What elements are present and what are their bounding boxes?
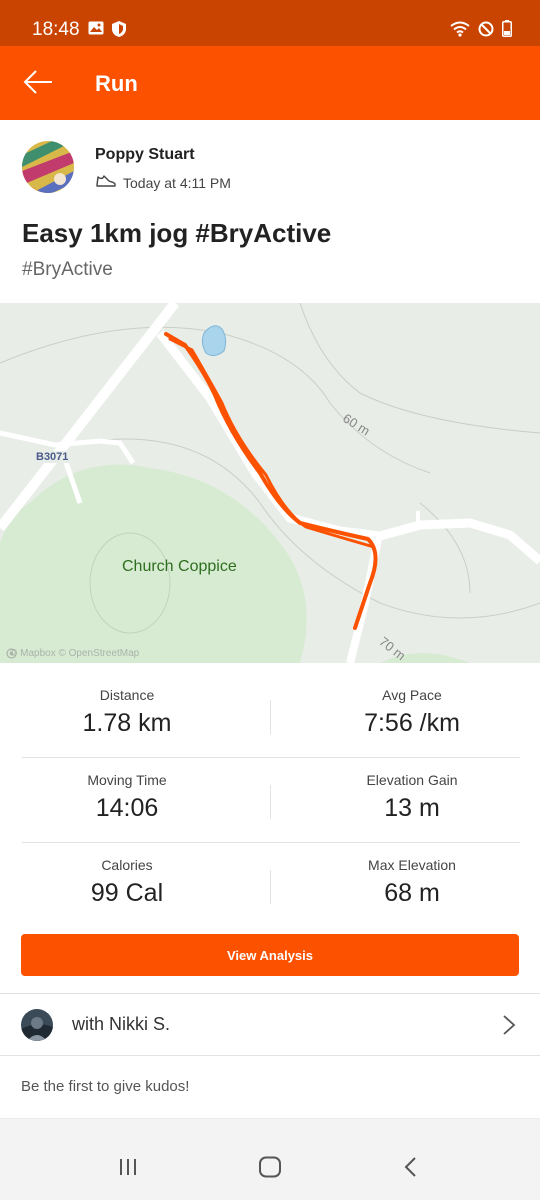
arrow-left-icon <box>23 69 53 99</box>
map-place-label: Church Coppice <box>122 558 237 575</box>
stat-max-elevation: Max Elevation 68 m <box>307 843 517 908</box>
stat-value: 13 m <box>384 794 440 822</box>
home-button[interactable] <box>250 1154 290 1184</box>
shoe-icon <box>95 173 117 192</box>
kudos-prompt: Be the first to give kudos! <box>21 1078 190 1095</box>
stat-label: Calories <box>101 857 153 873</box>
stat-row: Calories 99 Cal Max Elevation 68 m <box>22 843 520 928</box>
group-athletes-text: with Nikki S. <box>72 1014 171 1034</box>
status-bar: 18:48 <box>0 0 540 46</box>
group-athlete-avatar <box>21 1009 53 1041</box>
image-icon <box>88 21 104 42</box>
map-road-label: B3071 <box>34 451 71 463</box>
group-athletes-row[interactable]: with Nikki S. <box>0 993 540 1056</box>
activity-timestamp: Today at 4:11 PM <box>123 174 231 191</box>
stat-value: 99 Cal <box>90 879 164 907</box>
stat-value: 7:56 /km <box>364 709 460 737</box>
back-button[interactable] <box>18 64 58 104</box>
shield-icon <box>112 21 126 42</box>
activity-description: #BryActive <box>22 259 113 280</box>
status-right-icons <box>450 20 512 42</box>
athlete-avatar[interactable] <box>22 141 74 193</box>
stat-divider <box>270 700 271 734</box>
footer-strip <box>0 1118 540 1138</box>
do-not-disturb-icon <box>478 21 494 42</box>
stat-value: 14:06 <box>95 794 159 822</box>
recents-button[interactable] <box>108 1154 148 1184</box>
recents-icon <box>118 1157 138 1182</box>
stat-calories: Calories 99 Cal <box>22 843 232 908</box>
page-title: Run <box>95 71 138 96</box>
stat-divider <box>270 785 271 819</box>
activity-header: Poppy Stuart Today at 4:11 PM Easy 1km j… <box>0 120 540 303</box>
athlete-name[interactable]: Poppy Stuart <box>95 146 195 164</box>
stat-avg-pace: Avg Pace 7:56 /km <box>307 673 517 738</box>
stat-elevation-gain: Elevation Gain 13 m <box>307 758 517 823</box>
stat-value: 68 m <box>384 879 440 907</box>
app-bar: Run <box>0 46 540 120</box>
system-nav-bar <box>0 1138 540 1200</box>
stat-label: Max Elevation <box>368 857 456 873</box>
back-icon <box>403 1156 417 1183</box>
stat-row: Distance 1.78 km Avg Pace 7:56 /km <box>22 673 520 758</box>
activity-stats: Distance 1.78 km Avg Pace 7:56 /km Movin… <box>22 673 520 928</box>
view-analysis-button[interactable]: View Analysis <box>21 934 519 976</box>
wifi-icon <box>450 21 470 42</box>
stat-divider <box>270 870 271 904</box>
battery-icon <box>502 20 512 42</box>
activity-title: Easy 1km jog #BryActive <box>22 218 332 248</box>
stat-value: 1.78 km <box>82 709 172 737</box>
status-time: 18:48 <box>32 19 80 40</box>
stat-distance: Distance 1.78 km <box>22 673 232 738</box>
map-graphic <box>0 303 540 663</box>
status-left-icons <box>88 21 126 42</box>
stat-label: Avg Pace <box>382 687 442 703</box>
chevron-right-icon <box>502 1014 516 1041</box>
route-map[interactable]: B3071 Church Coppice 60 m 70 m © Mapbox … <box>0 303 540 663</box>
stat-label: Elevation Gain <box>366 772 458 788</box>
activity-meta: Today at 4:11 PM <box>95 173 231 192</box>
map-attribution[interactable]: © Mapbox © OpenStreetMap <box>6 648 139 659</box>
home-icon <box>258 1156 282 1183</box>
stat-moving-time: Moving Time 14:06 <box>22 758 232 823</box>
nav-back-button[interactable] <box>390 1154 430 1184</box>
stat-row: Moving Time 14:06 Elevation Gain 13 m <box>22 758 520 843</box>
stat-label: Moving Time <box>87 772 167 788</box>
stat-label: Distance <box>99 687 155 703</box>
map-attribution-text: © Mapbox © OpenStreetMap <box>10 648 140 659</box>
